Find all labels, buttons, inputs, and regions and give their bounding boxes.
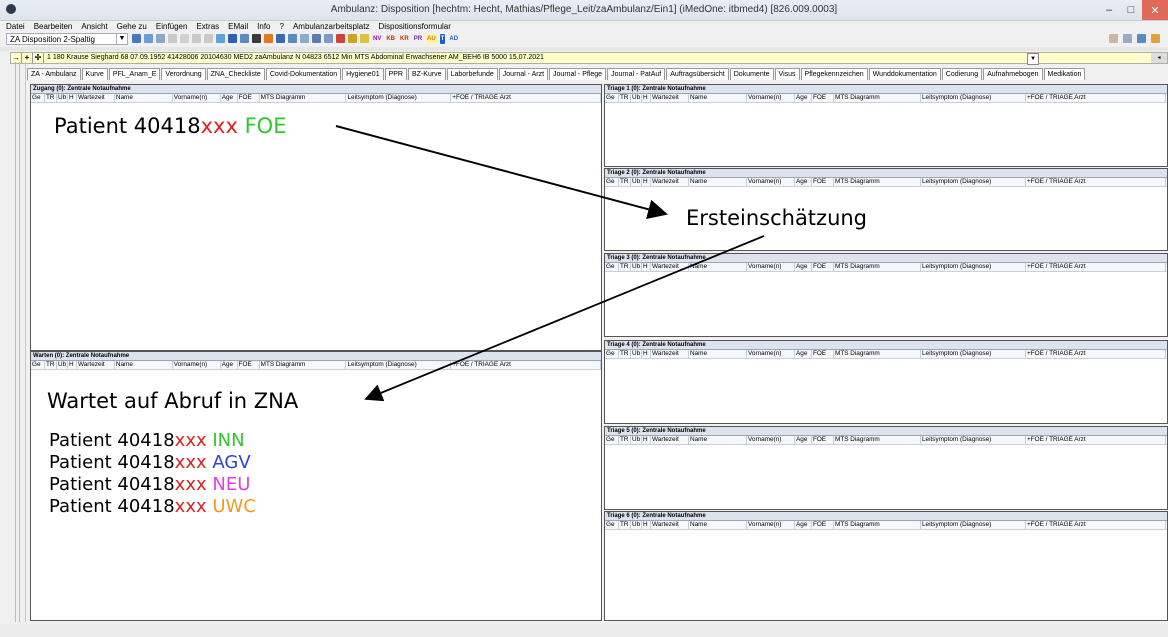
arrow-to-ersteinschaetzung [335,125,668,220]
annotation-arrows [335,125,765,402]
status-bar [0,624,1168,637]
arrow-to-wartet [364,235,765,402]
